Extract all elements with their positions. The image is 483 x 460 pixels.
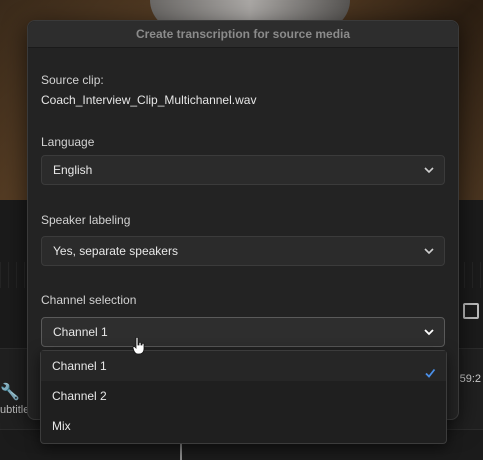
language-selected-value: English [53,163,93,177]
channel-selection-label: Channel selection [41,293,137,307]
speaker-labeling-select[interactable]: Yes, separate speakers [41,236,445,266]
track-label: ubtitle [0,404,30,416]
hand-pointer-icon [132,336,146,355]
chevron-down-icon [424,327,434,337]
dialog-title: Create transcription for source media [28,21,458,48]
menu-item-mix[interactable]: Mix [41,411,446,441]
menu-item-label: Channel 1 [52,359,107,373]
chevron-down-icon [424,165,434,175]
channel-selection-select[interactable]: Channel 1 [41,317,445,347]
wrench-icon[interactable]: 🔧 [0,382,20,402]
language-select[interactable]: English [41,155,445,185]
menu-item-channel-1[interactable]: Channel 1 [41,351,446,381]
language-label: Language [41,135,95,149]
tool-icon[interactable] [463,303,479,319]
channel-selection-selected-value: Channel 1 [53,325,108,339]
speaker-labeling-label: Speaker labeling [41,213,131,227]
timecode: :59:2 [456,373,481,385]
channel-selection-menu: Channel 1 Channel 2 Mix [40,350,447,444]
menu-item-label: Channel 2 [52,389,107,403]
chevron-down-icon [424,246,434,256]
source-clip-value: Coach_Interview_Clip_Multichannel.wav [41,93,257,107]
menu-item-channel-2[interactable]: Channel 2 [41,381,446,411]
menu-item-label: Mix [52,419,71,433]
speaker-labeling-selected-value: Yes, separate speakers [53,244,178,258]
source-clip-label: Source clip: [41,73,104,87]
